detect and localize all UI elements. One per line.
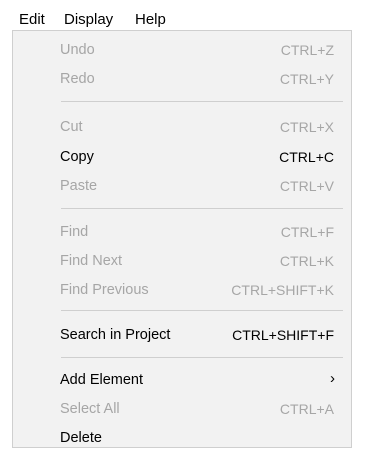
find-previous-shortcut: CTRL+SHIFT+K: [231, 282, 334, 298]
menu-item-copy[interactable]: Copy CTRL+C: [13, 143, 353, 171]
find-shortcut: CTRL+F: [280, 224, 334, 240]
copy-label: Copy: [60, 149, 94, 165]
menu-separator: [61, 357, 343, 358]
menu-display[interactable]: Display: [64, 10, 113, 30]
menu-separator: [61, 208, 343, 209]
menu-item-add-element[interactable]: Add Element ›: [13, 366, 353, 394]
redo-shortcut: CTRL+Y: [279, 71, 334, 87]
menu-edit[interactable]: Edit: [19, 10, 45, 30]
paste-label: Paste: [60, 178, 98, 194]
select-all-shortcut: CTRL+A: [279, 401, 334, 417]
menu-item-select-all[interactable]: Select All CTRL+A: [13, 395, 353, 423]
add-element-label: Add Element: [60, 372, 144, 388]
menu-bar: Edit Display Help: [0, 0, 367, 30]
undo-label: Undo: [60, 42, 95, 58]
paste-shortcut: CTRL+V: [279, 178, 334, 194]
redo-label: Redo: [60, 71, 95, 87]
menu-item-find-previous[interactable]: Find Previous CTRL+SHIFT+K: [13, 276, 353, 304]
delete-label: Delete: [60, 430, 102, 446]
chevron-right-icon: ›: [330, 370, 335, 387]
search-in-project-label: Search in Project: [60, 327, 171, 343]
undo-shortcut: CTRL+Z: [280, 42, 334, 58]
menu-item-find-next[interactable]: Find Next CTRL+K: [13, 247, 353, 275]
search-in-project-shortcut: CTRL+SHIFT+F: [232, 327, 334, 343]
menu-item-paste[interactable]: Paste CTRL+V: [13, 172, 353, 200]
menu-item-undo[interactable]: Undo CTRL+Z: [13, 36, 353, 64]
cut-shortcut: CTRL+X: [279, 119, 334, 135]
menu-item-cut[interactable]: Cut CTRL+X: [13, 113, 353, 141]
menu-item-search-in-project[interactable]: Search in Project CTRL+SHIFT+F: [13, 321, 353, 349]
edit-dropdown-menu: Undo CTRL+Z Redo CTRL+Y Cut CTRL+X Copy …: [12, 30, 352, 448]
menu-separator: [61, 310, 343, 311]
select-all-label: Select All: [60, 401, 120, 417]
copy-shortcut: CTRL+C: [279, 149, 334, 165]
find-next-label: Find Next: [60, 253, 123, 269]
menu-separator: [61, 101, 343, 102]
find-previous-label: Find Previous: [60, 282, 149, 298]
menu-item-find[interactable]: Find CTRL+F: [13, 218, 353, 246]
menu-help[interactable]: Help: [135, 10, 166, 30]
cut-label: Cut: [60, 119, 83, 135]
find-label: Find: [60, 224, 89, 240]
menu-item-redo[interactable]: Redo CTRL+Y: [13, 65, 353, 93]
find-next-shortcut: CTRL+K: [279, 253, 334, 269]
